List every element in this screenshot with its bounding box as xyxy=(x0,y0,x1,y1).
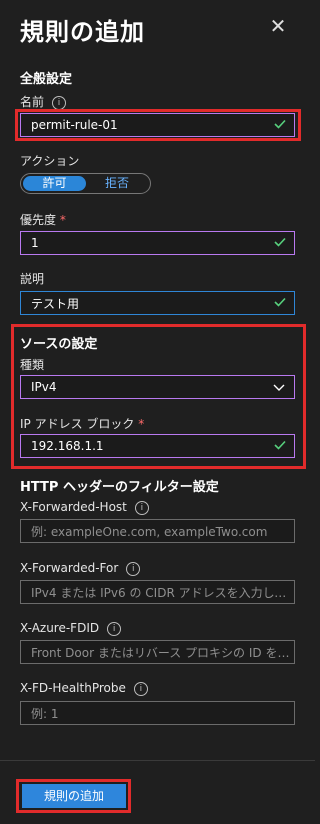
required-marker: * xyxy=(59,213,66,227)
action-label: アクション xyxy=(20,154,80,168)
description-input-value: テスト用 xyxy=(31,296,80,311)
priority-input-value: 1 xyxy=(31,236,39,250)
panel-title: 規則の追加 xyxy=(20,18,145,46)
info-icon[interactable]: i xyxy=(107,621,122,636)
x-fd-healthprobe-placeholder: 例: 1 xyxy=(31,706,59,721)
name-label: 名前 i xyxy=(20,93,67,110)
action-deny-option[interactable]: 拒否 xyxy=(88,176,146,191)
x-forwarded-host-input[interactable]: 例: exampleOne.com, exampleTwo.com xyxy=(20,519,295,543)
x-forwarded-for-placeholder: IPv4 または IPv6 の CIDR アドレスを入力してくだ... xyxy=(31,585,291,600)
x-forwarded-for-label: X-Forwarded-For i xyxy=(20,561,141,576)
chevron-down-icon xyxy=(273,384,285,391)
type-select[interactable]: IPv4 xyxy=(20,375,295,399)
required-marker: * xyxy=(138,417,145,431)
info-icon[interactable]: i xyxy=(133,681,148,696)
action-allow-option[interactable]: 許可 xyxy=(23,176,86,191)
info-icon[interactable]: i xyxy=(134,500,149,515)
checkmark-icon xyxy=(274,119,286,129)
ip-block-input-value: 192.168.1.1 xyxy=(31,439,104,453)
ip-block-input[interactable]: 192.168.1.1 xyxy=(20,434,295,458)
description-label: 説明 xyxy=(20,272,45,286)
action-toggle[interactable]: 許可 拒否 xyxy=(20,173,151,194)
type-select-value: IPv4 xyxy=(31,380,57,394)
name-input[interactable]: permit-rule-01 xyxy=(20,113,295,137)
info-icon[interactable]: i xyxy=(126,561,141,576)
general-settings-heading: 全般設定 xyxy=(20,72,73,87)
footer-divider xyxy=(0,760,315,761)
x-azure-fdid-placeholder: Front Door またはリバース プロキシの ID を入力... xyxy=(31,645,291,660)
x-azure-fdid-label: X-Azure-FDID i xyxy=(20,621,122,636)
type-label: 種類 xyxy=(20,358,45,372)
x-azure-fdid-input[interactable]: Front Door またはリバース プロキシの ID を入力... xyxy=(20,640,295,664)
source-settings-heading: ソースの設定 xyxy=(20,337,98,352)
checkmark-icon xyxy=(274,297,286,307)
priority-input[interactable]: 1 xyxy=(20,231,295,255)
x-forwarded-host-placeholder: 例: exampleOne.com, exampleTwo.com xyxy=(31,524,268,539)
add-rule-button[interactable]: 規則の追加 xyxy=(22,784,126,808)
info-icon[interactable]: i xyxy=(52,95,67,110)
x-fd-healthprobe-input[interactable]: 例: 1 xyxy=(20,701,295,725)
name-input-value: permit-rule-01 xyxy=(31,118,118,132)
x-forwarded-for-input[interactable]: IPv4 または IPv6 の CIDR アドレスを入力してくだ... xyxy=(20,580,295,604)
checkmark-icon xyxy=(274,237,286,247)
http-header-filter-heading: HTTP ヘッダーのフィルター設定 xyxy=(20,480,219,495)
ip-block-label: IP アドレス ブロック * xyxy=(20,417,145,431)
x-forwarded-host-label: X-Forwarded-Host i xyxy=(20,500,149,515)
description-input[interactable]: テスト用 xyxy=(20,291,295,315)
x-fd-healthprobe-label: X-FD-HealthProbe i xyxy=(20,681,148,696)
checkmark-icon xyxy=(274,440,286,450)
close-icon[interactable]: ✕ xyxy=(266,14,290,38)
priority-label: 優先度 * xyxy=(20,213,66,227)
